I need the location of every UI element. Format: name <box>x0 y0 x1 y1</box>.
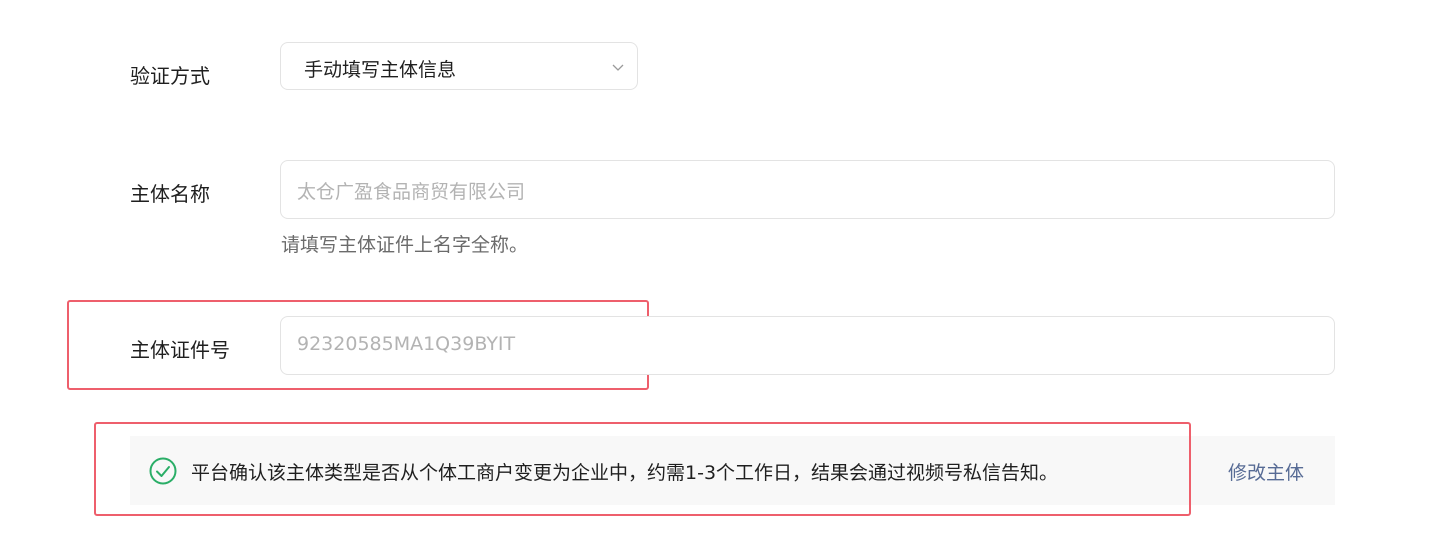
entity-id-value: 92320585MA1Q39BYIT <box>297 333 516 355</box>
entity-name-label: 主体名称 <box>130 182 210 206</box>
entity-name-hint: 请填写主体证件上名字全称。 <box>281 234 529 256</box>
entity-name-value: 太仓广盈食品商贸有限公司 <box>297 181 526 203</box>
entity-id-label: 主体证件号 <box>130 338 230 362</box>
entity-id-field[interactable]: 92320585MA1Q39BYIT <box>280 316 1335 375</box>
verify-method-label: 验证方式 <box>130 64 210 88</box>
chevron-down-icon <box>612 64 624 71</box>
notice-highlight-box <box>94 422 1191 516</box>
verify-method-select[interactable]: 手动填写主体信息 <box>280 42 638 90</box>
entity-name-field[interactable]: 太仓广盈食品商贸有限公司 <box>280 160 1335 219</box>
verify-method-selected-value: 手动填写主体信息 <box>304 59 457 81</box>
modify-entity-link[interactable]: 修改主体 <box>1228 458 1304 485</box>
